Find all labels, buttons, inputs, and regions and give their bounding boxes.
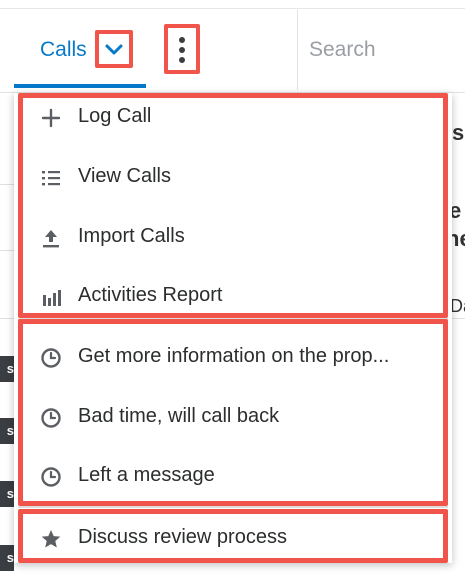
highlight-box-actions <box>18 93 448 318</box>
nav-top-border <box>0 8 465 9</box>
background-badge: s <box>0 356 14 382</box>
chevron-down-icon <box>105 44 123 55</box>
background-text: Da <box>450 296 465 316</box>
highlight-box-favorites <box>18 509 448 563</box>
background-badge: s <box>0 418 14 444</box>
more-options-button[interactable] <box>164 24 200 74</box>
background-badge: s <box>0 481 14 507</box>
vertical-dots-icon <box>179 37 185 63</box>
background-divider <box>0 184 14 185</box>
background-text: s <box>452 120 465 145</box>
menu-separator <box>18 506 448 508</box>
active-tab-underline <box>14 84 146 88</box>
highlight-box-recent <box>18 319 448 506</box>
calls-menu-toggle-button[interactable] <box>95 30 133 68</box>
search-input[interactable] <box>309 38 459 62</box>
top-nav: Calls <box>0 0 465 93</box>
background-divider <box>0 250 14 251</box>
background-badge: s <box>0 545 14 571</box>
nav-divider <box>297 10 298 90</box>
tab-calls-label: Calls <box>40 38 87 61</box>
